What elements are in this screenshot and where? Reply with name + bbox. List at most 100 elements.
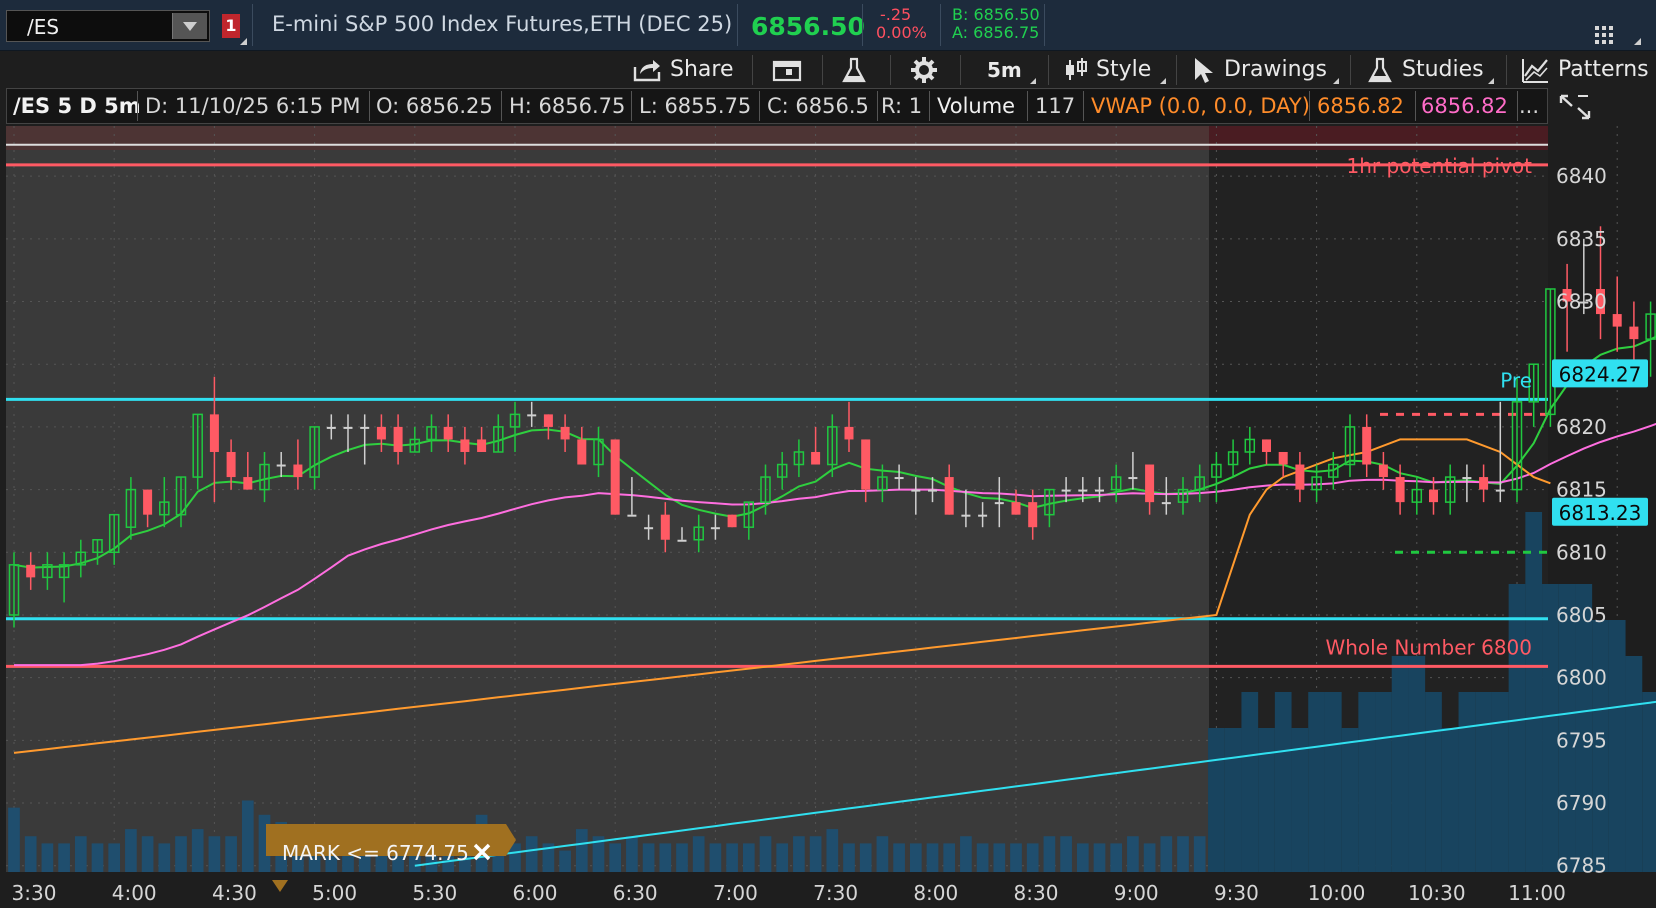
share-label: Share xyxy=(670,57,734,82)
divider xyxy=(1309,91,1310,121)
grid-icon-svg xyxy=(1595,26,1613,44)
divider xyxy=(1350,55,1351,85)
timeframe-button[interactable]: 5m xyxy=(987,51,1022,88)
regular-hours-bg xyxy=(1209,126,1548,872)
bar-range: R: 1 xyxy=(881,94,923,118)
candle-body-down xyxy=(911,489,921,492)
volume-bar xyxy=(826,829,839,872)
volume-bar xyxy=(859,843,872,872)
volume-bar xyxy=(642,843,655,872)
volume-bar xyxy=(408,843,421,872)
candle-body-down xyxy=(1278,451,1288,465)
volume-bar xyxy=(1391,656,1409,872)
candle-body-down xyxy=(710,527,720,530)
candle-body-up xyxy=(175,476,187,516)
volume-bar xyxy=(692,836,705,872)
symbol-selector[interactable]: /ES xyxy=(6,10,210,42)
level-label: Whole Number 6800 xyxy=(1325,635,1532,659)
volume-bar xyxy=(509,843,521,872)
share-icon xyxy=(633,59,661,81)
candle-body-up xyxy=(8,564,20,616)
corner-menu-icon[interactable] xyxy=(240,38,247,45)
volume-bar xyxy=(960,836,972,872)
volume-bar xyxy=(592,836,605,872)
bar-close: C: 6856.5 xyxy=(767,94,869,118)
flask-icon xyxy=(1368,57,1392,82)
candle-body-up xyxy=(1227,451,1239,466)
time-tick-label: 5:30 xyxy=(412,881,457,905)
candle-body-down xyxy=(376,426,386,440)
divider xyxy=(940,4,941,46)
price-bubble-label: 6813.23 xyxy=(1559,501,1642,525)
volume-bar xyxy=(1160,836,1173,872)
candle-body-up xyxy=(58,564,70,579)
volume-bar xyxy=(943,843,956,872)
candle-body-up xyxy=(776,463,788,478)
snapshot-button[interactable] xyxy=(772,51,802,88)
price-tick-label: 6810 xyxy=(1556,540,1607,564)
volume-bar xyxy=(1177,836,1189,872)
volume-bar xyxy=(125,829,137,872)
volume-bar xyxy=(1258,728,1275,872)
candle-body-down xyxy=(844,426,854,440)
volume-bar xyxy=(809,836,822,872)
divider xyxy=(1083,91,1084,121)
settings-button[interactable] xyxy=(910,51,938,88)
time-tick-label: 11:00 xyxy=(1508,881,1566,905)
candle-body-up xyxy=(259,463,270,491)
price-tick-label: 6785 xyxy=(1556,854,1607,878)
price-chart[interactable]: 1hr potential pivotPreWhole Number 6800 … xyxy=(0,0,1656,908)
divider xyxy=(862,4,863,46)
style-label: Style xyxy=(1096,57,1152,82)
volume-bar xyxy=(492,836,505,872)
level-label: Pre xyxy=(1500,368,1532,392)
candle-body-down xyxy=(994,502,1004,505)
candle-body-down xyxy=(1378,464,1388,478)
chart-title: /ES 5 D 5m xyxy=(13,94,141,118)
candle-body-up xyxy=(1311,476,1322,491)
candle-body-up xyxy=(92,538,103,554)
bar-high: H: 6856.75 xyxy=(509,94,626,118)
grid-icon[interactable] xyxy=(1594,24,1614,49)
time-tick-label: 6:30 xyxy=(613,881,658,905)
candle-body-down xyxy=(1128,477,1138,480)
price-tick-label: 6795 xyxy=(1556,728,1607,752)
corner-menu-icon[interactable] xyxy=(1634,38,1641,45)
divider xyxy=(1044,4,1045,46)
corner-menu-icon xyxy=(1488,78,1494,84)
mark-alert[interactable]: MARK <= 6774.75 xyxy=(266,824,516,892)
candle-body-up xyxy=(509,413,521,428)
zoom-fit-icon[interactable] xyxy=(1558,92,1592,126)
more-button[interactable]: ... xyxy=(1519,89,1539,123)
style-button[interactable]: Style xyxy=(1064,51,1151,88)
time-tick-label: 8:00 xyxy=(913,881,958,905)
divider xyxy=(1415,91,1416,121)
pivot-zone-band-rth xyxy=(1209,126,1548,150)
divider xyxy=(1506,55,1507,85)
candle-body-down xyxy=(243,477,253,490)
patterns-button[interactable]: Patterns xyxy=(1520,51,1649,88)
volume-bar xyxy=(1475,692,1492,872)
chevron-down-icon[interactable] xyxy=(172,13,207,39)
share-button[interactable]: Share xyxy=(632,51,734,88)
volume-bar xyxy=(375,829,388,872)
candle-body-down xyxy=(360,426,370,429)
candle-body-up xyxy=(1511,401,1523,491)
flask-button[interactable] xyxy=(840,51,868,88)
candle-body-down xyxy=(293,464,303,478)
volume-bar xyxy=(1110,843,1123,872)
volume-label: Volume xyxy=(937,94,1016,118)
candle-body-down xyxy=(527,414,537,417)
volume-bar xyxy=(1193,836,1206,872)
volume-bar xyxy=(542,843,555,872)
candle-body-up xyxy=(309,426,320,478)
candle-body-down xyxy=(326,426,336,429)
volume-bar xyxy=(1458,692,1476,872)
divider xyxy=(631,91,632,121)
studies-button[interactable]: Studies xyxy=(1366,51,1484,88)
link-group-badge[interactable]: 1 xyxy=(222,14,240,38)
study-lines xyxy=(13,335,1656,867)
volume-bar xyxy=(1241,692,1259,872)
candle-body-down xyxy=(26,564,36,578)
drawings-button[interactable]: Drawings xyxy=(1192,51,1327,88)
